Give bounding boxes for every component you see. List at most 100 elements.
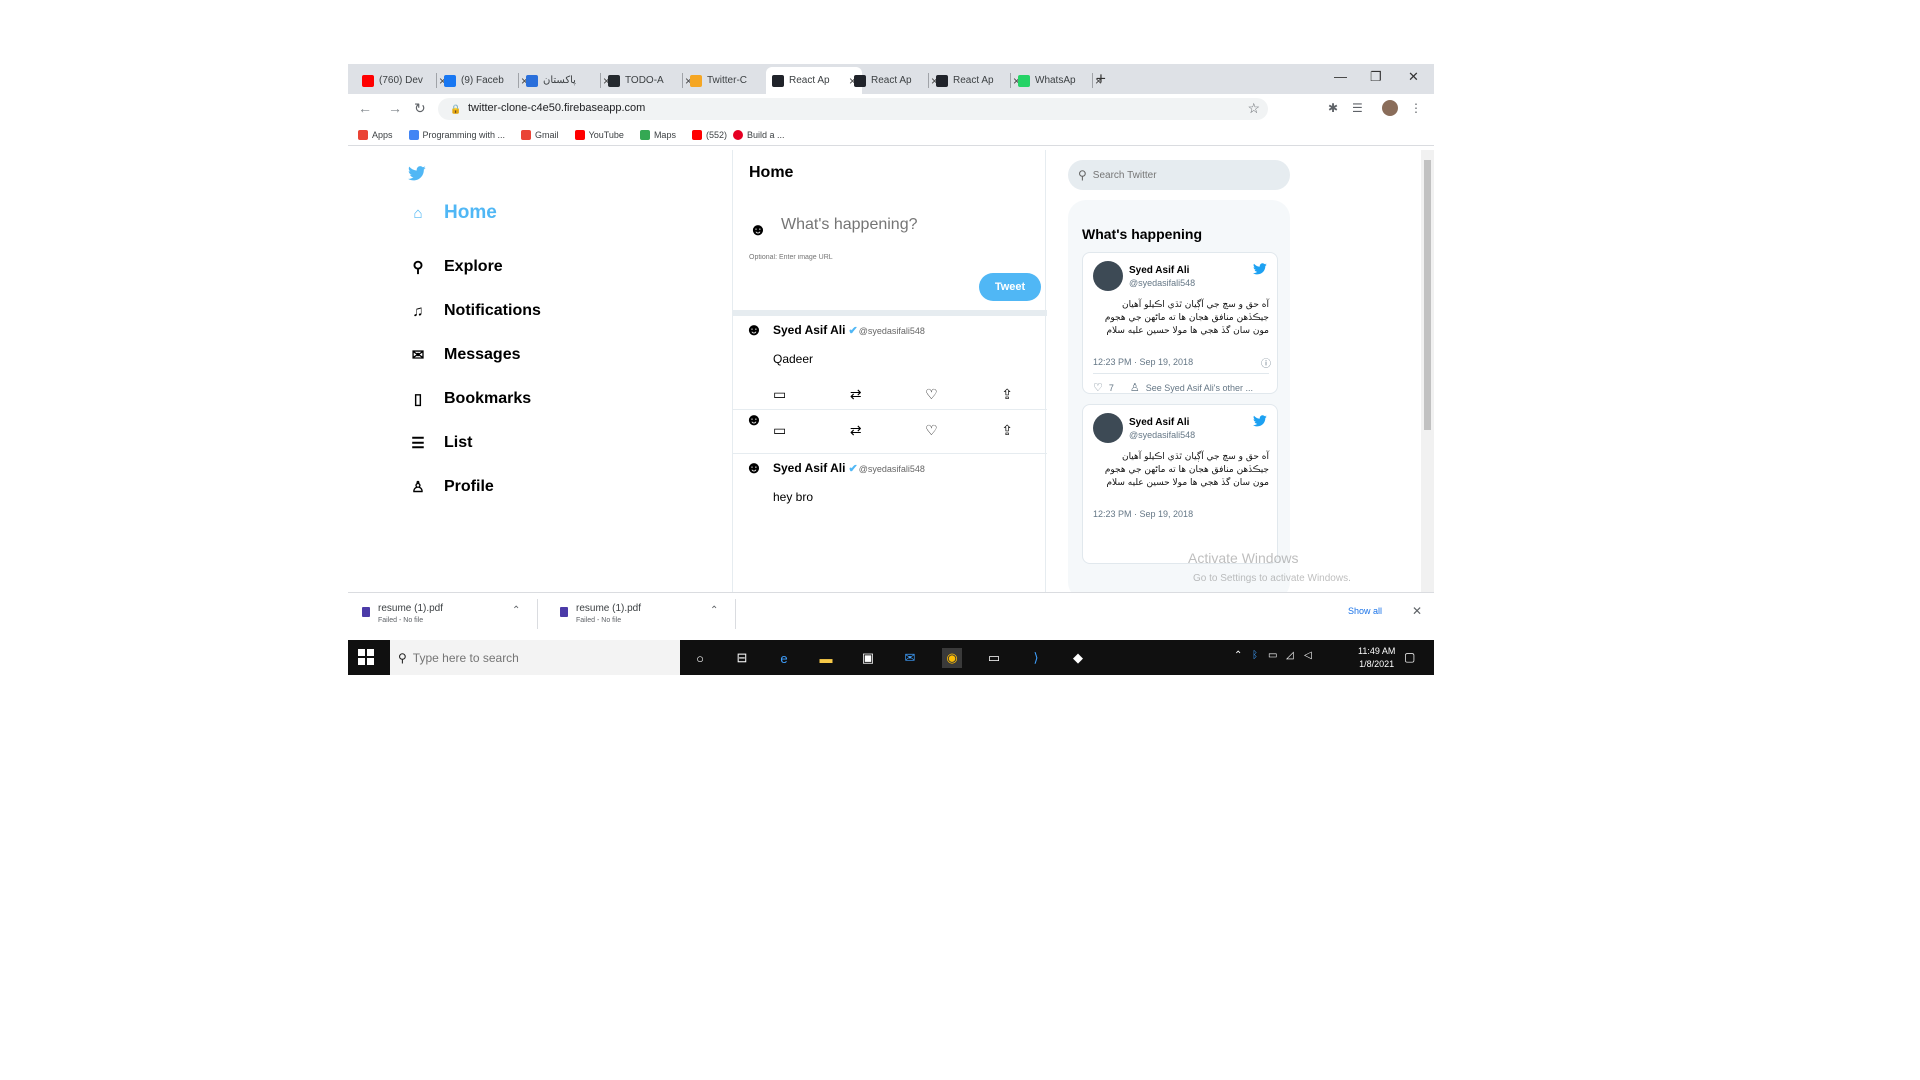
bookmark-item[interactable]: (552) (691, 129, 727, 140)
bookmark-item[interactable]: Build a ... (732, 129, 785, 140)
vscode-icon[interactable]: ⟩ (1026, 648, 1046, 668)
sidebar-item-list[interactable]: ☰ List (408, 434, 472, 452)
store-icon[interactable]: ▣ (858, 648, 878, 668)
embed-timestamp[interactable]: 12:23 PM · Sep 19, 2018 (1093, 357, 1193, 367)
sidebar-item-profile[interactable]: ♙ Profile (408, 478, 494, 496)
bookmark-item[interactable]: Maps (639, 129, 676, 140)
embedded-tweet[interactable]: Syed Asif Ali @syedasifali548 آه حق و سچ… (1082, 252, 1278, 394)
like-icon[interactable]: ♡ (925, 386, 938, 403)
taskbar-search[interactable]: ⚲ (390, 640, 680, 675)
sidebar-item-bookmarks[interactable]: ▯ Bookmarks (408, 390, 531, 408)
sidebar-item-label: List (444, 434, 473, 451)
download-status: Failed - No file (378, 617, 424, 624)
post-handle: @syedasifali548 (858, 464, 925, 474)
download-item[interactable]: resume (1).pdf Failed - No file ⌃ (348, 599, 538, 629)
notifications-icon[interactable]: ▢ (1404, 650, 1415, 664)
browser-tab[interactable]: WhatsAp × (1012, 67, 1108, 94)
retweet-icon[interactable]: ⇄ (850, 386, 862, 403)
twitter-logo-icon[interactable] (408, 166, 426, 181)
embed-timestamp[interactable]: 12:23 PM · Sep 19, 2018 (1093, 509, 1193, 519)
bookmark-item[interactable]: YouTube (574, 129, 624, 140)
tab-title: Twitter-C (707, 75, 747, 86)
download-name: resume (1).pdf (378, 603, 444, 614)
sidebar-item-home[interactable]: ⌂ Home (408, 202, 496, 224)
menu-icon[interactable]: ⋮ (1410, 101, 1422, 115)
show-all-link[interactable]: Show all (1348, 606, 1382, 616)
bookmark-item[interactable]: Apps (358, 129, 393, 140)
page-scrollbar[interactable] (1421, 150, 1434, 592)
system-clock[interactable]: 11:49 AM 1/8/2021 (1358, 645, 1395, 671)
verified-badge-icon: ✔ (848, 325, 858, 337)
tab-title: (9) Faceb (461, 75, 504, 86)
terminal-icon[interactable]: ▭ (984, 648, 1004, 668)
tweet-post: ☻ ▭ ⇄ ♡ ⇪ (733, 410, 1047, 454)
chevron-up-icon[interactable]: ⌃ (1234, 650, 1242, 661)
avatar-icon: ☻ (745, 458, 763, 477)
twitter-bird-icon[interactable] (1253, 263, 1267, 275)
chevron-up-icon[interactable]: ⌃ (512, 605, 520, 616)
restore-window-icon[interactable]: ❐ (1370, 69, 1382, 85)
taskbar-search-input[interactable] (412, 650, 653, 665)
search-bar[interactable]: ⚲ (1068, 160, 1290, 190)
web-page: ⌂ Home ⚲ Explore ♫ Notifications ✉ Messages … (348, 150, 1434, 592)
reload-icon[interactable]: ↻ (414, 100, 426, 117)
reply-icon[interactable]: ▭ (773, 386, 786, 403)
info-icon[interactable]: ⓘ (1261, 355, 1271, 370)
embed-text: آه حق و سچ جي آڳيان ٿڌي اڪيلو آهيان جيڪڏ… (1104, 452, 1269, 488)
bookmark-label: YouTube (588, 129, 624, 140)
maps-icon (639, 129, 650, 140)
bookmark-item[interactable]: Programming with ... (408, 129, 506, 140)
sidebar-item-notifications[interactable]: ♫ Notifications (408, 302, 541, 320)
chrome-icon[interactable]: ◉ (942, 648, 962, 668)
mail-icon[interactable]: ✉ (900, 648, 920, 668)
task-view-icon[interactable]: ⊟ (732, 648, 752, 668)
file-explorer-icon[interactable]: ▬ (816, 648, 836, 668)
download-item[interactable]: resume (1).pdf Failed - No file ⌃ (546, 599, 736, 629)
github-favicon-icon (608, 74, 620, 87)
reply-icon[interactable]: ▭ (773, 422, 786, 439)
cortana-icon[interactable]: ○ (690, 648, 710, 668)
like-count: 7 (1108, 382, 1114, 393)
close-icon[interactable]: ✕ (1412, 604, 1422, 618)
back-icon[interactable]: ← (358, 100, 372, 116)
bookmark-star-icon[interactable]: ☆ (1247, 100, 1260, 117)
minimize-window-icon[interactable]: — (1334, 69, 1347, 84)
scrollbar-thumb[interactable] (1424, 160, 1431, 430)
address-bar[interactable]: 🔒 twitter-clone-c4e50.firebaseapp.com ☆ (438, 98, 1268, 120)
see-more-link[interactable]: See Syed Asif Ali's other ... (1146, 383, 1253, 393)
bookmark-item[interactable]: Gmail (521, 129, 559, 140)
tab-title: React Ap (953, 75, 994, 86)
embedded-tweet[interactable]: Syed Asif Ali @syedasifali548 آه حق و سچ… (1082, 404, 1278, 564)
forward-icon[interactable]: → (388, 100, 402, 116)
bluetooth-icon[interactable]: ᛒ (1252, 650, 1258, 661)
close-window-icon[interactable]: ✕ (1408, 69, 1419, 85)
like-icon[interactable]: ♡ (1093, 381, 1103, 393)
network-icon[interactable]: ◿ (1286, 650, 1294, 661)
volume-icon[interactable]: ◁ (1304, 650, 1312, 661)
share-icon[interactable]: ⇪ (1001, 422, 1013, 439)
sidebar-item-messages[interactable]: ✉ Messages (408, 346, 521, 364)
tweet-composer-input[interactable] (781, 216, 1031, 234)
post-actions: ▭ ⇄ ♡ ⇪ (773, 422, 1013, 439)
share-icon[interactable]: ⇪ (1001, 386, 1013, 403)
edge-icon[interactable]: e (774, 648, 794, 668)
twitter-bird-icon[interactable] (1253, 415, 1267, 427)
new-tab-button[interactable]: + (1096, 69, 1106, 89)
app-icon[interactable]: ◆ (1068, 648, 1088, 668)
feed: Home ☻ Tweet ☻ Syed Asif Ali✔@syedasifal… (732, 150, 1047, 592)
retweet-icon[interactable]: ⇄ (850, 422, 862, 439)
bookmark-label: Programming with ... (422, 129, 506, 140)
tweet-button[interactable]: Tweet (979, 273, 1041, 301)
profile-avatar[interactable] (1382, 100, 1398, 116)
search-input[interactable] (1092, 169, 1273, 181)
image-url-input[interactable] (749, 254, 949, 261)
battery-icon[interactable]: ▭ (1268, 650, 1277, 661)
tweet-post: ☻ Syed Asif Ali ✔@syedasifali548 Qadeer ▭… (733, 316, 1047, 410)
like-icon[interactable]: ♡ (925, 422, 938, 439)
chevron-up-icon[interactable]: ⌃ (710, 605, 718, 616)
extensions-icon[interactable]: ✱ (1328, 101, 1338, 115)
sidebar-item-explore[interactable]: ⚲ Explore (408, 258, 503, 276)
avatar-icon: ☻ (745, 410, 763, 429)
windows-start-icon[interactable] (358, 649, 374, 665)
reading-list-icon[interactable]: ☰ (1352, 101, 1363, 115)
